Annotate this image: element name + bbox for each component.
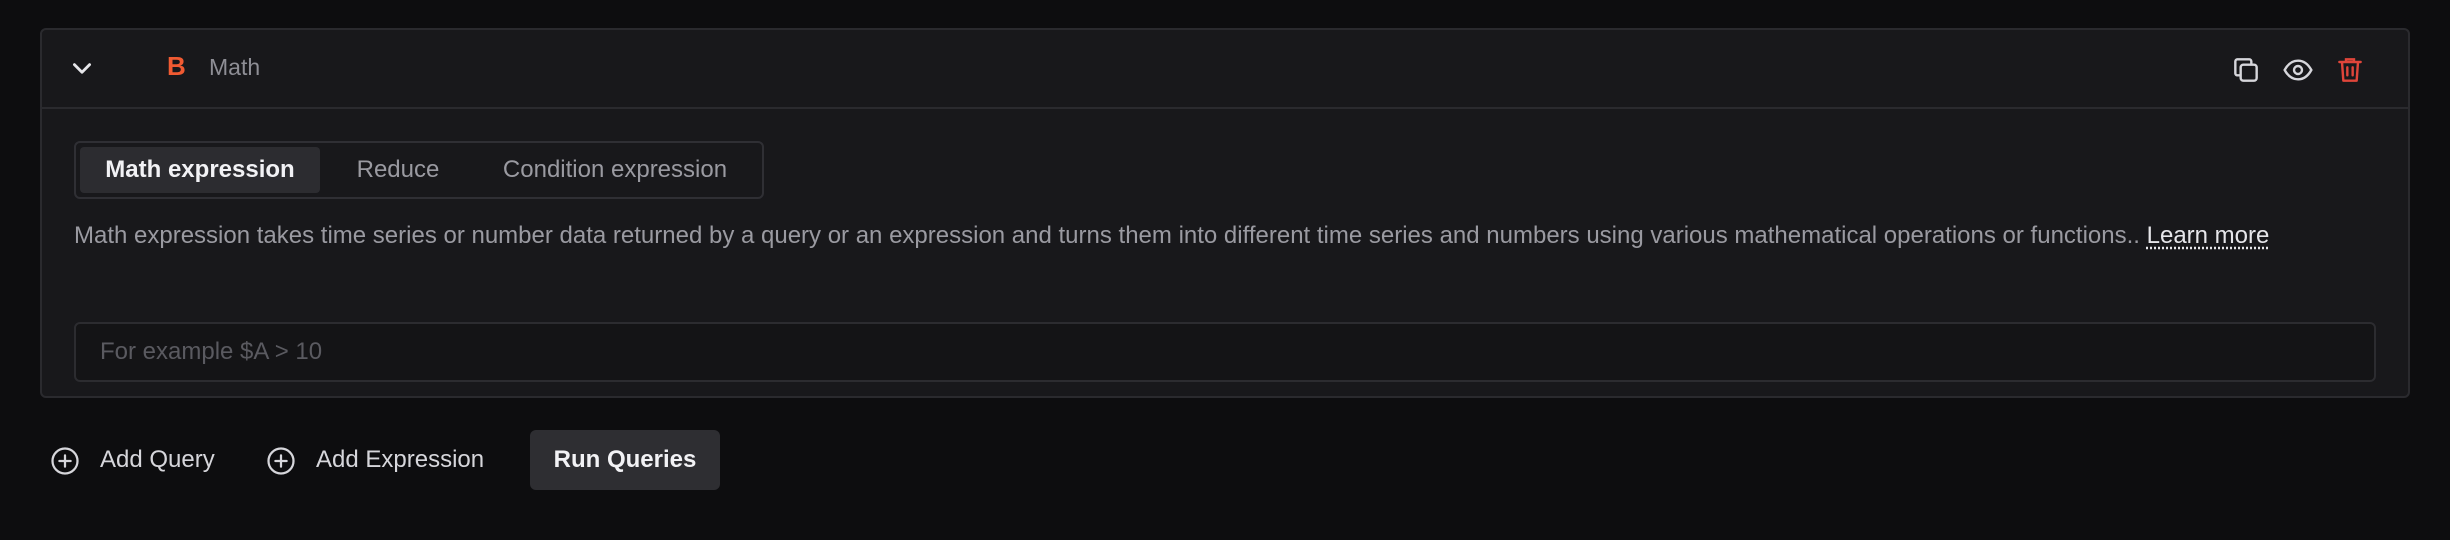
expression-description: Math expression takes time series or num… — [74, 218, 2374, 254]
learn-more-link[interactable]: Learn more — [2147, 222, 2270, 249]
eye-icon[interactable] — [2282, 54, 2314, 86]
add-query-button[interactable]: Add Query — [40, 430, 240, 490]
description-text: Math expression takes time series or num… — [74, 222, 2147, 249]
run-queries-button[interactable]: Run Queries — [530, 430, 720, 490]
tab-math-expression[interactable]: Math expression — [80, 147, 320, 193]
expression-input[interactable] — [74, 322, 2376, 382]
query-header: B Math — [42, 30, 2408, 109]
query-card: B Math Math expression Reduce Condition … — [40, 28, 2410, 398]
query-ref-id[interactable]: B — [167, 51, 186, 82]
copy-icon[interactable] — [2230, 54, 2262, 86]
tab-condition-expression[interactable]: Condition expression — [476, 147, 754, 193]
plus-circle-icon — [51, 447, 79, 475]
add-expression-label: Add Expression — [316, 446, 485, 473]
expression-type-tabs: Math expression Reduce Condition express… — [74, 141, 764, 199]
add-expression-button[interactable]: Add Expression — [256, 430, 546, 490]
add-query-label: Add Query — [100, 446, 215, 473]
query-type-label: Math — [209, 54, 261, 80]
trash-icon[interactable] — [2334, 54, 2366, 86]
plus-circle-icon — [267, 447, 295, 475]
tab-reduce[interactable]: Reduce — [340, 147, 456, 193]
chevron-down-icon[interactable] — [69, 56, 95, 82]
